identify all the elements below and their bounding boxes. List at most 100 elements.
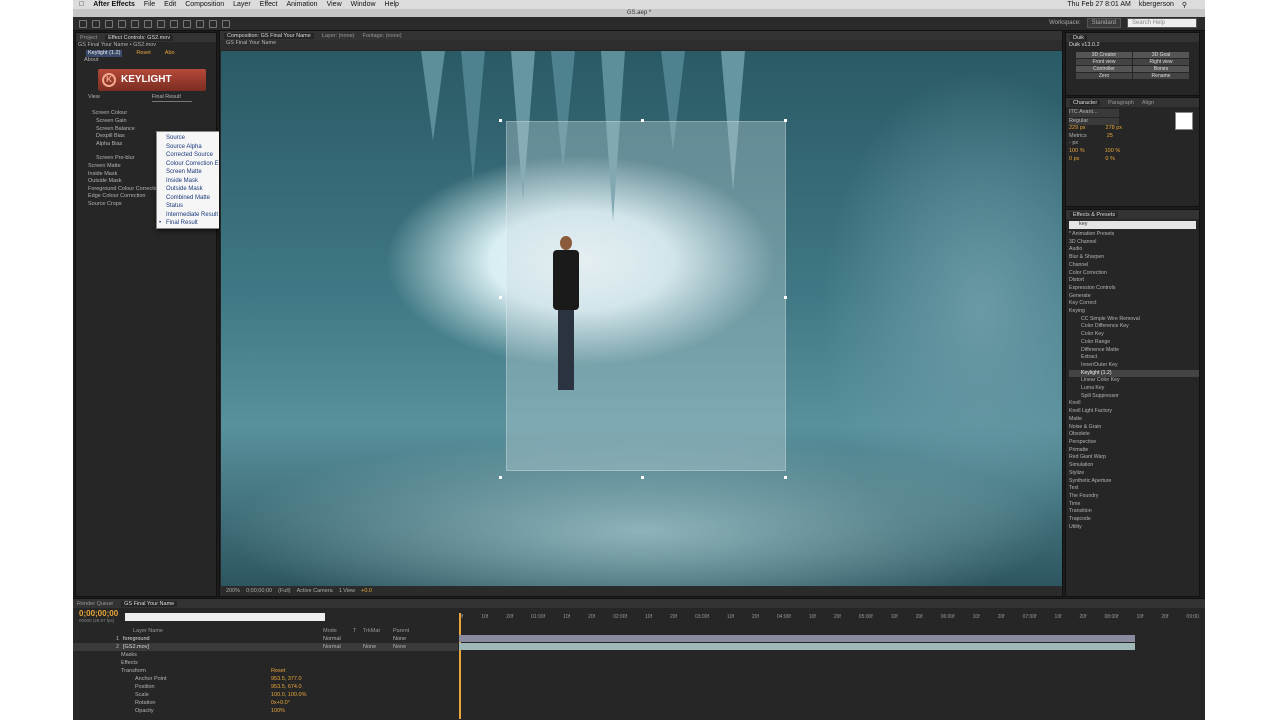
- preset-category-keying[interactable]: Keying: [1069, 308, 1199, 316]
- menu-composition[interactable]: Composition: [185, 1, 224, 8]
- duik-zero-button[interactable]: Zero: [1076, 72, 1132, 79]
- keying-effect-keylight[interactable]: Keylight (1.2): [1069, 369, 1199, 378]
- transform-handle[interactable]: [784, 476, 787, 479]
- view-select[interactable]: Final Result: [151, 94, 192, 103]
- preset-category[interactable]: Knoll Light Factory: [1069, 408, 1199, 416]
- preset-category[interactable]: Color Correction: [1069, 270, 1199, 278]
- tsume-value[interactable]: 0 %: [1105, 156, 1114, 164]
- preset-category[interactable]: Perspective: [1069, 439, 1199, 447]
- baseline-shift-value[interactable]: 0 px: [1069, 156, 1079, 164]
- preset-category[interactable]: Distort: [1069, 277, 1199, 285]
- tab-composition[interactable]: Composition: GS Final Your Name: [224, 32, 314, 39]
- resolution-select[interactable]: (Full): [278, 588, 291, 594]
- preset-category[interactable]: Audio: [1069, 246, 1199, 254]
- tab-layer[interactable]: Layer: (none): [322, 33, 355, 39]
- time-ruler[interactable]: 0f 10f 20f 01:00f 10f 20f 02:00f 10f 20f 03:00f 10…: [459, 614, 1199, 623]
- effect-reset-link[interactable]: Reset: [136, 50, 150, 58]
- layer-bar-foreground[interactable]: [459, 635, 1135, 642]
- scale-value[interactable]: 100.0, 100.0%: [271, 691, 306, 699]
- tab-project[interactable]: Project: [80, 35, 97, 41]
- menu-edit[interactable]: Edit: [164, 1, 176, 8]
- preset-category[interactable]: Transition: [1069, 508, 1199, 516]
- layer-row-foreground[interactable]: 1 foreground Normal None: [73, 635, 458, 643]
- active-camera-select[interactable]: Active Camera: [297, 588, 333, 594]
- keying-effect[interactable]: Inner/Outer Key: [1069, 362, 1199, 370]
- timeline-timecode[interactable]: 0;00;00;00: [79, 609, 118, 618]
- duik-right-view-button[interactable]: Right view: [1133, 58, 1189, 65]
- transform-handle[interactable]: [499, 119, 502, 122]
- preset-category[interactable]: Stylize: [1069, 470, 1199, 478]
- rotation-value[interactable]: 0x+0.0°: [271, 699, 290, 707]
- preset-category[interactable]: Obsolete: [1069, 431, 1199, 439]
- preset-category[interactable]: * Animation Presets: [1069, 231, 1199, 239]
- vertical-scale-value[interactable]: 100 %: [1069, 148, 1085, 156]
- preset-category[interactable]: Utility: [1069, 524, 1199, 532]
- tab-duik[interactable]: Duik: [1070, 34, 1088, 41]
- preset-category[interactable]: Red Giant Warp: [1069, 454, 1199, 462]
- preset-category[interactable]: Channel: [1069, 262, 1199, 270]
- duik-rename-button[interactable]: Rename: [1133, 72, 1189, 79]
- preset-category[interactable]: Knoll: [1069, 400, 1199, 408]
- transform-handle[interactable]: [784, 119, 787, 122]
- preset-category[interactable]: Trapcode: [1069, 516, 1199, 524]
- camera-tool-icon[interactable]: [131, 19, 139, 28]
- param-screen-colour[interactable]: Screen Colour: [88, 110, 216, 118]
- preset-category[interactable]: Noise & Grain: [1069, 424, 1199, 432]
- rotate-tool-icon[interactable]: [118, 19, 126, 28]
- leading-value[interactable]: 278 px: [1106, 125, 1123, 133]
- tracking-value[interactable]: 25: [1107, 133, 1113, 141]
- exposure-value[interactable]: +0.0: [361, 588, 372, 594]
- opacity-value[interactable]: 100%: [271, 707, 285, 715]
- playhead-marker[interactable]: [459, 613, 461, 719]
- workspace-select[interactable]: Standard: [1086, 18, 1121, 28]
- eraser-tool-icon[interactable]: [209, 19, 217, 28]
- effect-keylight-name[interactable]: Keylight (1.2): [86, 49, 123, 58]
- comp-name-tab[interactable]: GS Final Your Name: [220, 40, 1062, 50]
- keying-effect[interactable]: Difference Matte: [1069, 347, 1199, 355]
- tab-render-queue[interactable]: Render Queue: [77, 601, 113, 607]
- about-row[interactable]: About: [76, 57, 216, 65]
- transform-handle[interactable]: [641, 119, 644, 122]
- spotlight-icon[interactable]: ⚲: [1182, 1, 1187, 9]
- preset-category[interactable]: Blur & Sharpen: [1069, 254, 1199, 262]
- magnification-select[interactable]: 200%: [226, 588, 240, 594]
- preset-category[interactable]: Text: [1069, 485, 1199, 493]
- param-screen-gain[interactable]: Screen Gain: [88, 118, 216, 126]
- transform-handle[interactable]: [641, 476, 644, 479]
- preset-category[interactable]: Simulation: [1069, 462, 1199, 470]
- selection-tool-icon[interactable]: [79, 19, 87, 28]
- layer-bar-gs2[interactable]: [459, 643, 1135, 650]
- kerning-value[interactable]: Metrics: [1069, 133, 1087, 141]
- menu-animation[interactable]: Animation: [286, 1, 317, 8]
- transform-handle[interactable]: [784, 296, 787, 299]
- preset-category[interactable]: Time: [1069, 501, 1199, 509]
- preset-category[interactable]: Key Correct: [1069, 300, 1199, 308]
- tab-effects-presets[interactable]: Effects & Presets: [1070, 211, 1119, 218]
- fill-color-swatch[interactable]: [1175, 112, 1193, 130]
- mask-tool-icon[interactable]: [157, 19, 165, 28]
- zoom-tool-icon[interactable]: [105, 19, 113, 28]
- keying-effect[interactable]: Linear Color Key: [1069, 377, 1199, 385]
- preset-category[interactable]: Expression Controls: [1069, 285, 1199, 293]
- keying-effect[interactable]: Color Difference Key: [1069, 323, 1199, 331]
- tab-effect-controls[interactable]: Effect Controls: GS2.mov: [105, 34, 174, 41]
- text-tool-icon[interactable]: [183, 19, 191, 28]
- menu-app-name[interactable]: After Effects: [93, 1, 135, 8]
- preset-category[interactable]: Primatte: [1069, 447, 1199, 455]
- menu-effect[interactable]: Effect: [260, 1, 278, 8]
- font-size-value[interactable]: 229 px: [1069, 125, 1086, 133]
- keying-effect[interactable]: Extract: [1069, 354, 1199, 362]
- ice-cave-footage[interactable]: [221, 51, 1062, 587]
- menu-window[interactable]: Window: [351, 1, 376, 8]
- apple-icon[interactable]: : [79, 1, 84, 8]
- stroke-width-value[interactable]: - px: [1069, 140, 1196, 148]
- menu-layer[interactable]: Layer: [233, 1, 251, 8]
- username[interactable]: kbergerson: [1139, 1, 1174, 8]
- prop-effects[interactable]: Effects: [73, 659, 458, 667]
- hand-tool-icon[interactable]: [92, 19, 100, 28]
- tab-character[interactable]: Character: [1070, 99, 1101, 106]
- view-layout-select[interactable]: 1 View: [339, 588, 355, 594]
- preset-category[interactable]: Generate: [1069, 293, 1199, 301]
- menu-view[interactable]: View: [327, 1, 342, 8]
- font-style-select[interactable]: Regular: [1069, 117, 1119, 126]
